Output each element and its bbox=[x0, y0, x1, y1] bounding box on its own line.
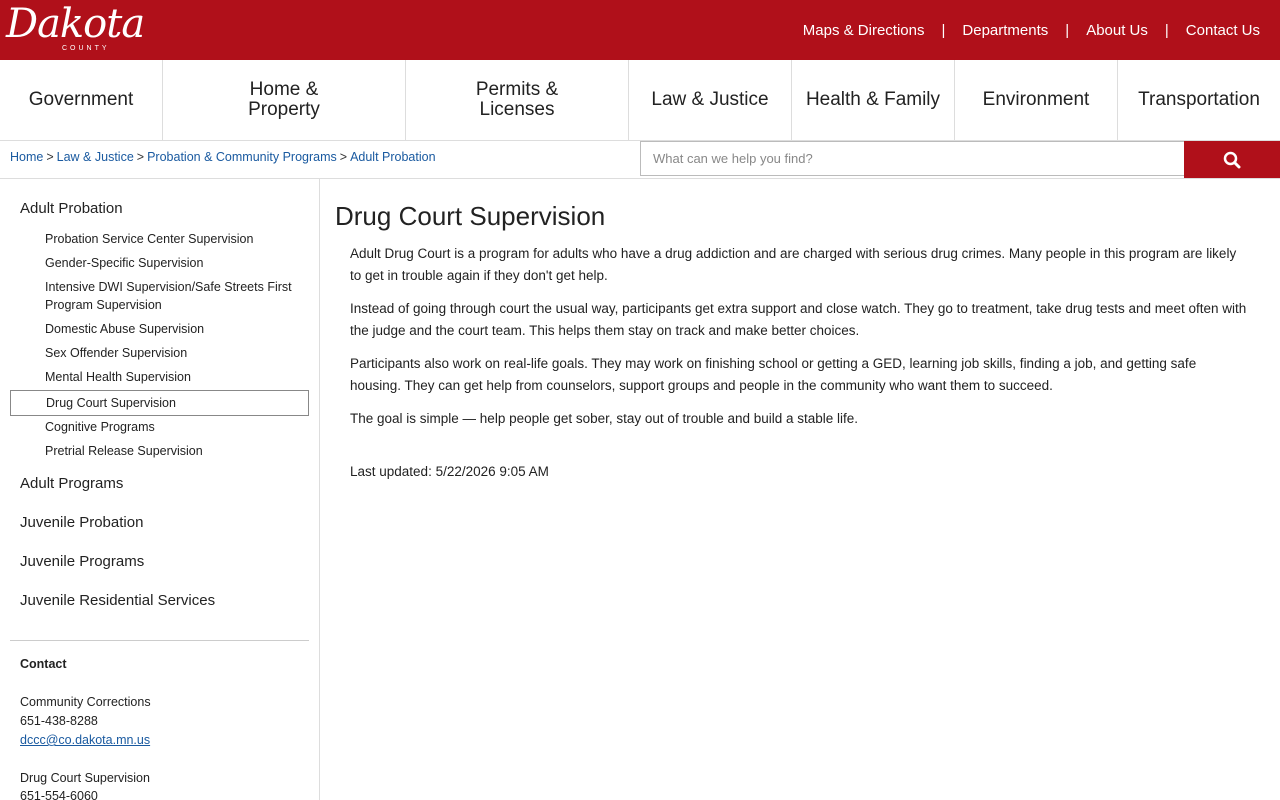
breadcrumb-separator: > bbox=[136, 150, 145, 164]
dakota-county-logo[interactable]: Dakota COUNTY bbox=[6, 1, 158, 56]
sidebar-item-juvenile-residential[interactable]: Juvenile Residential Services bbox=[20, 592, 215, 609]
breadcrumb-separator: > bbox=[46, 150, 54, 164]
utility-separator: | bbox=[1065, 21, 1070, 39]
logo-text: Dakota bbox=[6, 1, 145, 47]
sidebar-item-juvenile-probation[interactable]: Juvenile Probation bbox=[20, 514, 143, 531]
contact-name: Drug Court Supervision bbox=[20, 771, 150, 785]
page-title: Drug Court Supervision bbox=[335, 201, 606, 231]
sidebar-item-adult-programs[interactable]: Adult Programs bbox=[20, 475, 123, 492]
search-button[interactable] bbox=[1184, 141, 1280, 178]
utility-nav: Maps & Directions | Departments | About … bbox=[803, 0, 1260, 60]
breadcrumb: Home > Law & Justice > Probation & Community… bbox=[10, 150, 436, 164]
content-paragraph: Instead of going through court the usual… bbox=[350, 301, 1247, 338]
search-input[interactable] bbox=[640, 141, 1185, 176]
nav-government[interactable]: Government bbox=[0, 60, 163, 140]
breadcrumb-probation-programs[interactable]: Probation & Community Programs bbox=[147, 150, 337, 164]
contact-email-link[interactable]: dccc@co.dakota.mn.us bbox=[20, 733, 150, 747]
contact-heading: Contact bbox=[20, 657, 67, 671]
nav-permits-licenses[interactable]: Permits & Licenses bbox=[406, 60, 629, 140]
sidebar-subitem-cognitive-programs[interactable]: Cognitive Programs bbox=[45, 418, 155, 436]
breadcrumb-law-justice[interactable]: Law & Justice bbox=[57, 150, 134, 164]
content-paragraph: The goal is simple — help people get sob… bbox=[350, 411, 859, 426]
nav-environment[interactable]: Environment bbox=[955, 60, 1118, 140]
contact-phone: 651-438-8288 bbox=[20, 714, 98, 728]
sidebar-subitem-pretrial-release[interactable]: Pretrial Release Supervision bbox=[45, 442, 203, 460]
site-header: Dakota COUNTY Maps & Directions | Depart… bbox=[0, 0, 1280, 60]
departments-link[interactable]: Departments bbox=[962, 22, 1048, 39]
sidebar-subitem-gender-specific[interactable]: Gender-Specific Supervision bbox=[45, 254, 203, 272]
contact-name: Community Corrections bbox=[20, 695, 151, 709]
contact-phone: 651-554-6060 bbox=[20, 789, 98, 800]
utility-separator: | bbox=[1164, 21, 1169, 39]
utility-separator: | bbox=[941, 21, 946, 39]
nav-transportation[interactable]: Transportation bbox=[1118, 60, 1280, 140]
sidebar-subitem-drug-court-active[interactable]: Drug Court Supervision bbox=[10, 390, 309, 416]
nav-health-family[interactable]: Health & Family bbox=[792, 60, 955, 140]
nav-law-justice[interactable]: Law & Justice bbox=[629, 60, 792, 140]
sidebar-nav: Adult Probation Probation Service Center… bbox=[0, 179, 320, 800]
breadcrumb-home[interactable]: Home bbox=[10, 150, 43, 164]
sidebar-subitem-intensive-dwi[interactable]: Intensive DWI Supervision/Safe Streets F… bbox=[45, 278, 305, 314]
main-nav: Government Home & Property Permits & Lic… bbox=[0, 60, 1280, 141]
logo-subtext: COUNTY bbox=[62, 45, 110, 52]
content-paragraph: Adult Drug Court is a program for adults… bbox=[350, 246, 1237, 283]
breadcrumb-separator: > bbox=[339, 150, 348, 164]
sidebar-divider bbox=[10, 640, 309, 641]
sidebar-subitem-sex-offender[interactable]: Sex Offender Supervision bbox=[45, 344, 187, 362]
breadcrumb-search-row: Home > Law & Justice > Probation & Community… bbox=[0, 141, 1280, 179]
contact-us-link[interactable]: Contact Us bbox=[1186, 22, 1260, 39]
breadcrumb-adult-probation[interactable]: Adult Probation bbox=[350, 150, 435, 164]
search-bar bbox=[640, 141, 1280, 178]
sidebar-subitem-mental-health[interactable]: Mental Health Supervision bbox=[45, 368, 191, 386]
about-us-link[interactable]: About Us bbox=[1086, 22, 1148, 39]
search-icon bbox=[1223, 151, 1241, 168]
content-paragraph: Participants also work on real-life goal… bbox=[350, 356, 1197, 393]
last-updated-text: Last updated: 5/22/2026 9:05 AM bbox=[350, 464, 549, 479]
sidebar-subitem-probation-service-center[interactable]: Probation Service Center Supervision bbox=[45, 230, 253, 248]
nav-home-property[interactable]: Home & Property bbox=[163, 60, 406, 140]
sidebar-item-adult-probation[interactable]: Adult Probation bbox=[20, 200, 123, 217]
maps-directions-link[interactable]: Maps & Directions bbox=[803, 22, 925, 39]
sidebar-subitem-domestic-abuse[interactable]: Domestic Abuse Supervision bbox=[45, 320, 204, 338]
sidebar-item-juvenile-programs[interactable]: Juvenile Programs bbox=[20, 553, 144, 570]
